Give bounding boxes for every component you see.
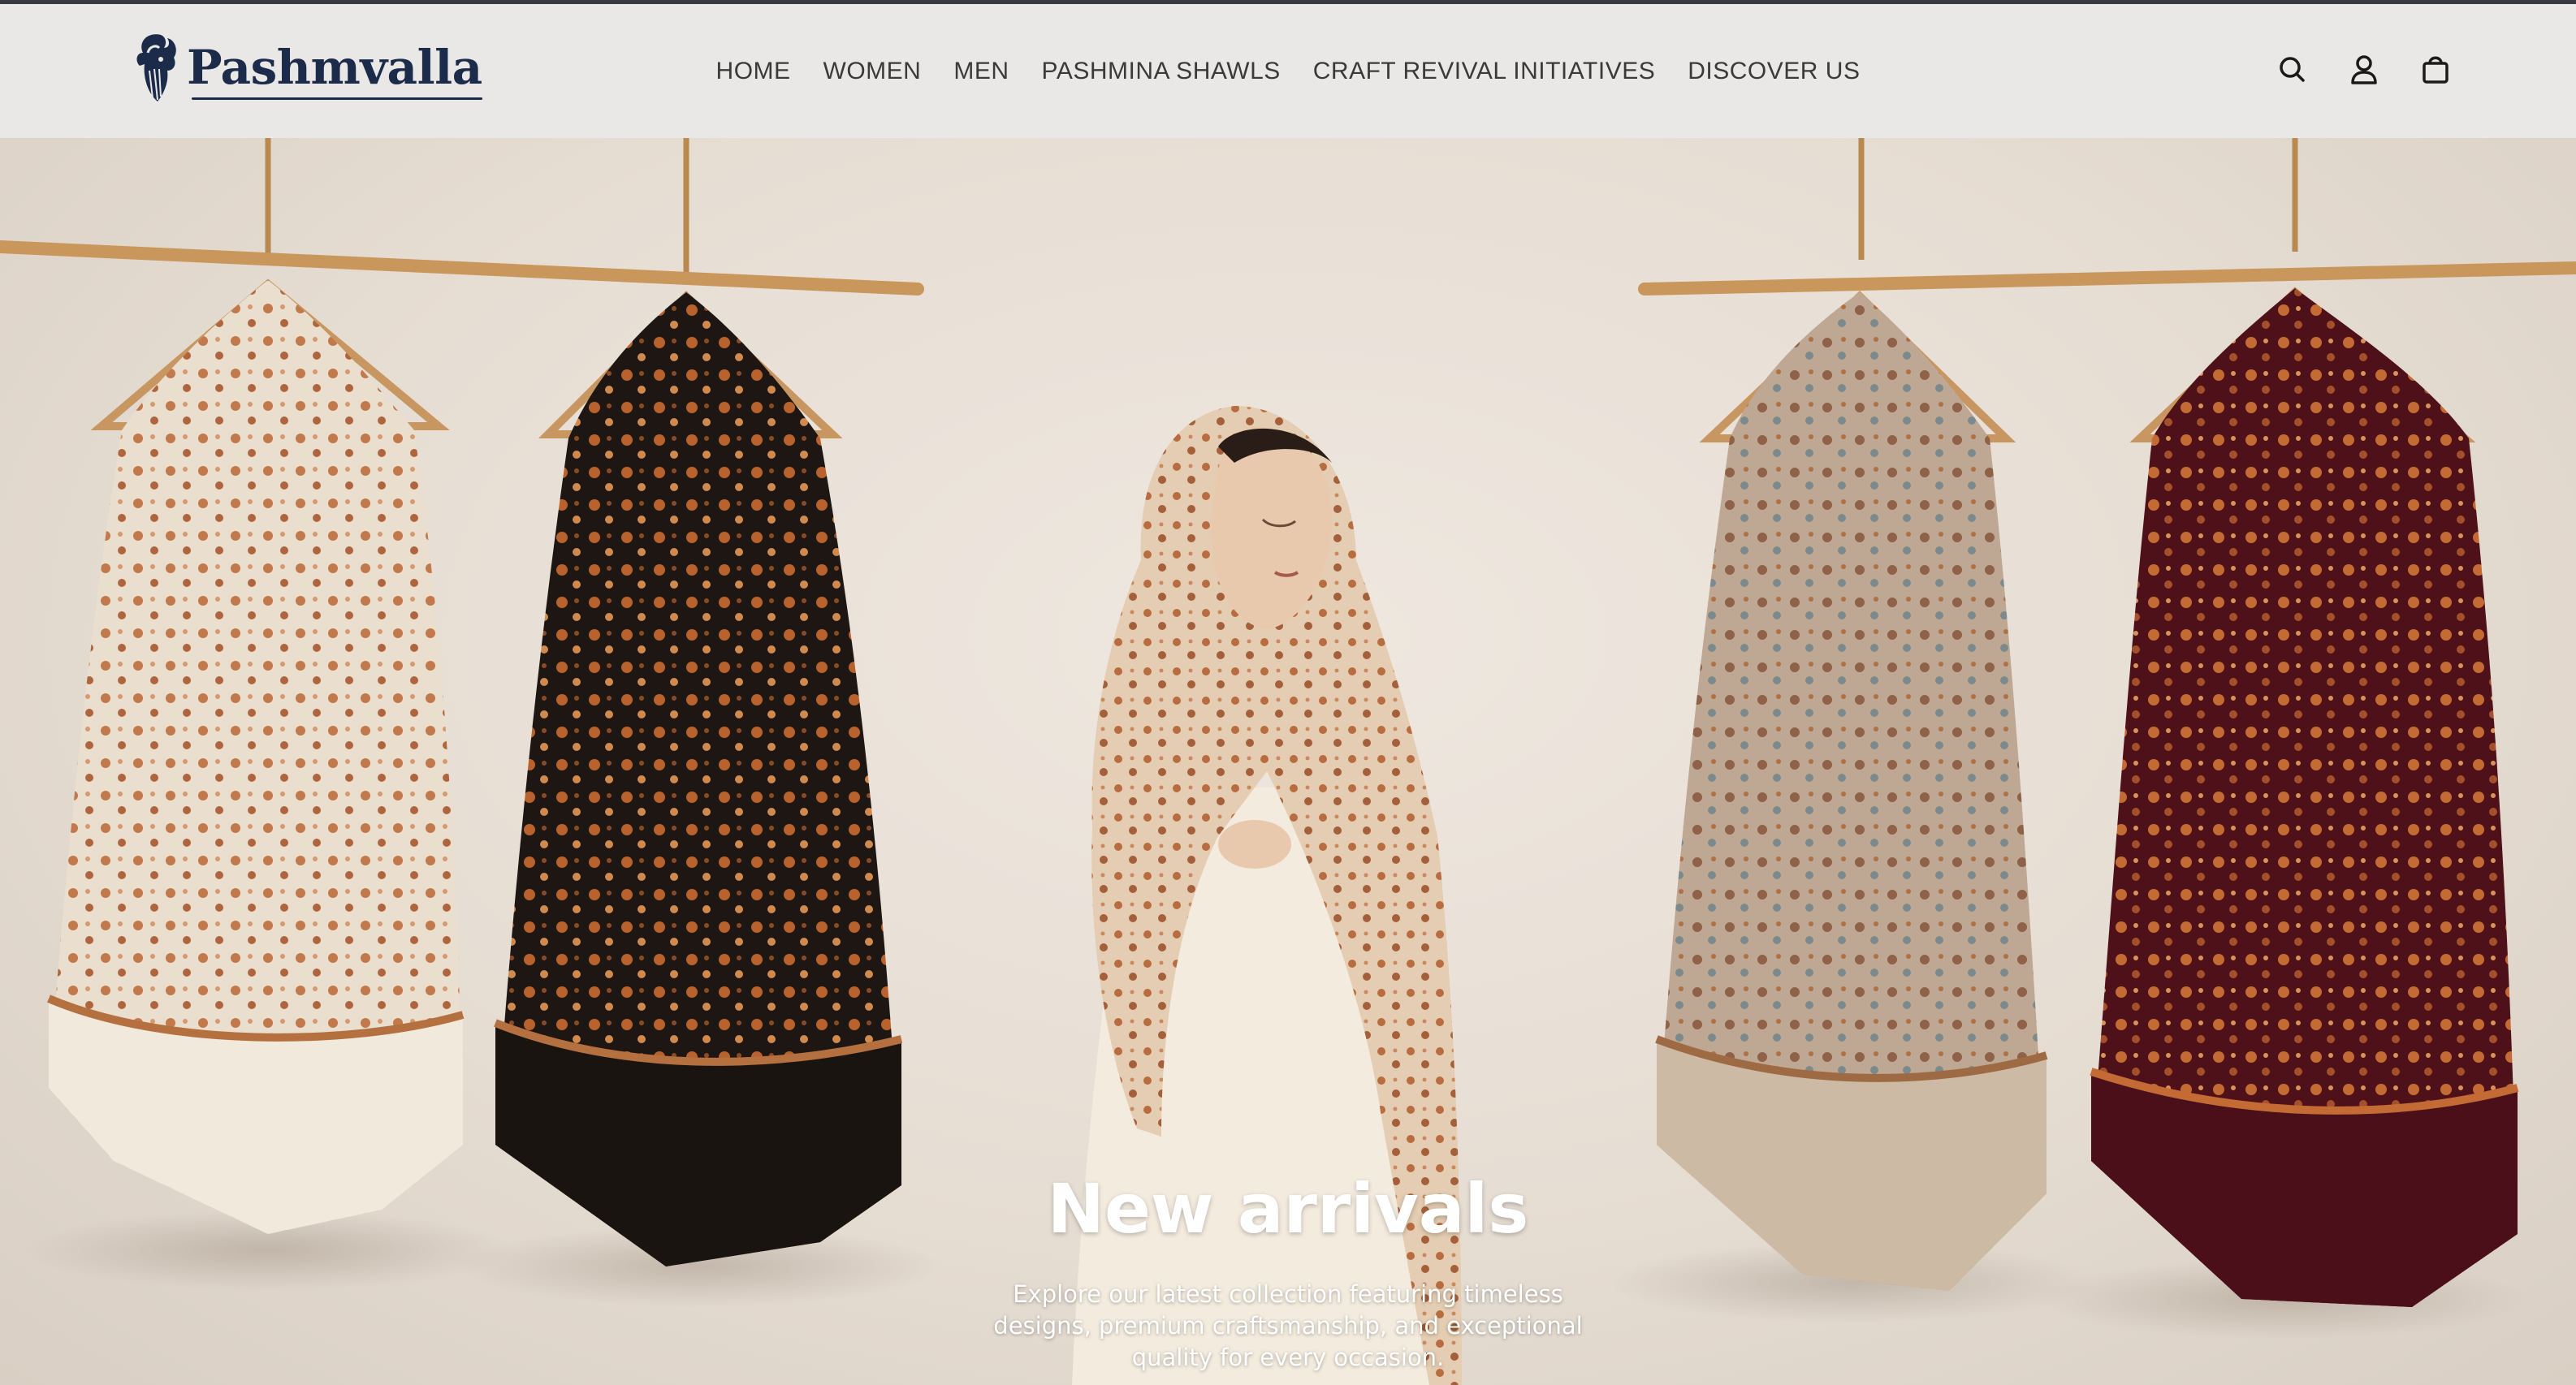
hero-banner[interactable]: New arrivals Explore our latest collecti… bbox=[0, 138, 2576, 1385]
hero-subtitle: Explore our latest collection featuring … bbox=[993, 1280, 1583, 1371]
nav-item-craft-revival-initiatives[interactable]: CRAFT REVIVAL INITIATIVES bbox=[1313, 58, 1655, 85]
header-actions bbox=[2274, 51, 2454, 88]
brand-logo[interactable]: Pashmvalla bbox=[128, 27, 482, 108]
account-icon[interactable] bbox=[2345, 51, 2383, 88]
nav-item-women[interactable]: WOMEN bbox=[823, 58, 922, 85]
search-icon[interactable] bbox=[2274, 51, 2311, 88]
nav-item-pashmina-shawls[interactable]: PASHMINA SHAWLS bbox=[1042, 58, 1281, 85]
site-header: Pashmvalla HOME WOMEN MEN PASHMINA SHAWL… bbox=[0, 4, 2576, 138]
nav-item-discover-us[interactable]: DISCOVER US bbox=[1688, 58, 1860, 85]
goat-head-icon bbox=[136, 34, 176, 101]
nav-item-home[interactable]: HOME bbox=[716, 58, 791, 85]
cart-bag-icon[interactable] bbox=[2417, 51, 2454, 88]
brand-name: Pashmvalla bbox=[187, 40, 482, 100]
hero-title: New arrivals bbox=[1047, 1169, 1529, 1249]
nav-item-men[interactable]: MEN bbox=[953, 58, 1009, 85]
